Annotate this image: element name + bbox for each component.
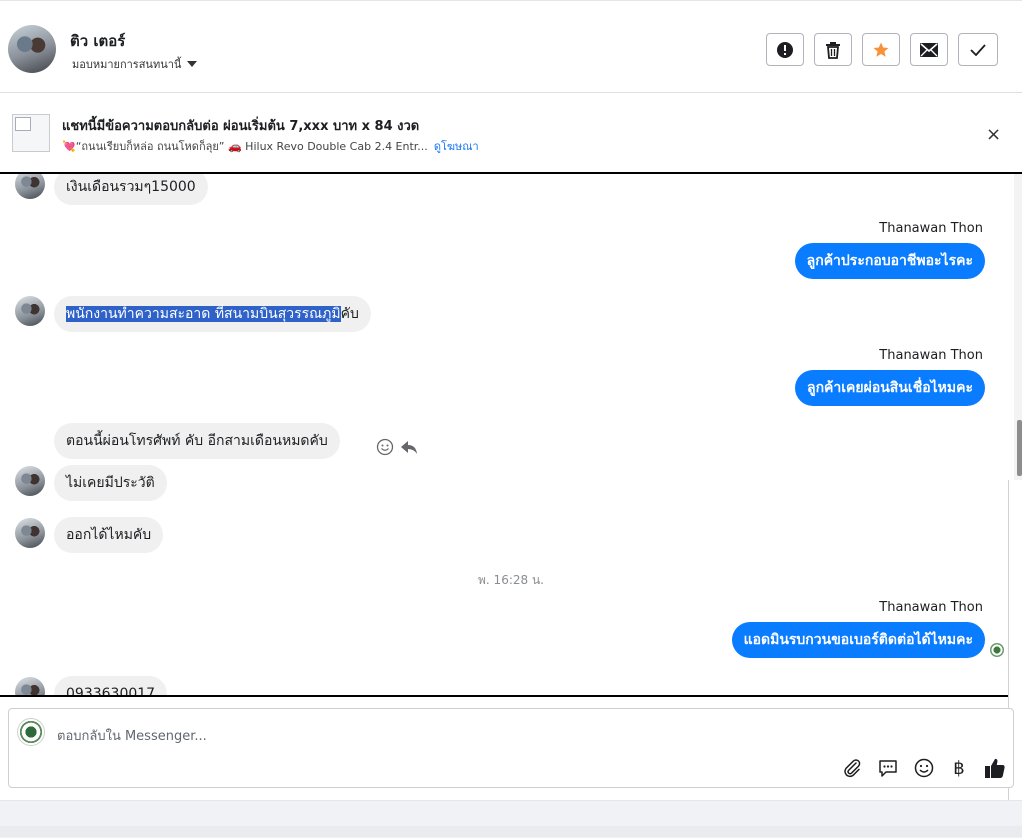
incoming-message[interactable]: 0933630017 <box>54 676 168 696</box>
star-icon <box>873 42 889 57</box>
trash-icon <box>826 41 840 59</box>
like-button[interactable] <box>984 757 1006 779</box>
attach-button[interactable] <box>841 757 863 779</box>
outgoing-message[interactable]: แอดมินรบกวนขอเบอร์ติดต่อได้ไหมคะ <box>731 622 985 658</box>
banner-title: แชทนี้มีข้อความตอบกลับต่อ ผ่อนเริ่มต้น 7… <box>62 119 420 134</box>
page-avatar <box>17 718 45 746</box>
assign-conversation-dropdown[interactable]: มอบหมายการสนทนานี้ <box>72 55 198 73</box>
reply-input[interactable]: ตอบกลับใน Messenger... <box>57 725 207 746</box>
baht-icon: ฿ <box>953 757 965 779</box>
ad-description: 💘“ถนนเรียบก็หล่อ ถนนโหดก็ลุย” 🚗 Hilux Re… <box>62 140 428 153</box>
scrollbar-thumb[interactable] <box>1017 420 1022 476</box>
view-ad-link[interactable]: ดูโฆษณา <box>434 140 479 153</box>
seen-avatar-icon <box>990 643 1004 657</box>
sender-name: Thanawan Thon <box>879 600 983 615</box>
contact-avatar <box>15 518 45 548</box>
message-text: คับ <box>340 306 359 322</box>
message-timestamp: พ. 16:28 น. <box>478 573 544 587</box>
mail-icon <box>920 42 938 57</box>
check-icon <box>970 43 986 56</box>
attach-icon <box>844 759 861 778</box>
delete-button[interactable] <box>814 33 852 66</box>
incoming-message[interactable]: ตอนนี้ผ่อนโทรศัพท์ คับ อีกสามเดือนหมดคับ <box>54 423 340 459</box>
incoming-message[interactable]: เงินเดือนรวมๆ15000 <box>54 174 208 205</box>
like-icon <box>985 758 1005 778</box>
emoji-button[interactable] <box>913 757 935 779</box>
incoming-message[interactable]: พนักงานทำความสะอาด ที่สนามบินสุวรรณภูมิค… <box>54 296 371 332</box>
report-spam-button[interactable] <box>766 33 804 66</box>
incoming-message[interactable]: ออกได้ไหมคับ <box>54 517 164 553</box>
incoming-message[interactable]: ไม่เคยมีประวัติ <box>54 465 167 501</box>
contact-avatar <box>15 466 45 496</box>
close-icon[interactable]: × <box>986 126 1001 144</box>
react-emoji-icon[interactable] <box>376 438 394 456</box>
ad-reply-banner: แชทนี้มีข้อความตอบกลับต่อ ผ่อนเริ่มต้น 7… <box>0 94 1022 174</box>
outgoing-message[interactable]: ลูกค้าเคยผ่อนสินเชื่อไหมคะ <box>794 370 985 406</box>
divider <box>0 695 1014 697</box>
user-avatar[interactable] <box>8 25 56 73</box>
sender-name: Thanawan Thon <box>879 221 983 236</box>
mark-done-button[interactable] <box>958 33 998 66</box>
user-name[interactable]: ติว เตอร์ <box>70 29 125 53</box>
report-icon <box>777 41 793 58</box>
caret-down-icon <box>187 61 198 67</box>
selected-text: พนักงานทำความสะอาด ที่สนามบินสุวรรณภูมิ <box>66 306 341 322</box>
emoji-icon <box>914 758 934 778</box>
saved-reply-button[interactable] <box>877 757 899 779</box>
reply-icon[interactable] <box>400 438 418 456</box>
message-thread[interactable]: เงินเดือนรวมๆ15000 Thanawan Thon ลูกค้าป… <box>0 174 1014 696</box>
outgoing-message[interactable]: ลูกค้าประกอบอาชีพอะไรคะ <box>794 243 985 279</box>
ad-thumbnail <box>12 114 50 152</box>
sender-name: Thanawan Thon <box>879 348 983 363</box>
assign-label: มอบหมายการสนทนานี้ <box>72 58 182 71</box>
conversation-header: ติว เตอร์ มอบหมายการสนทนานี้ <box>0 0 1022 93</box>
saved-reply-icon <box>879 760 897 777</box>
banner-subtitle: 💘“ถนนเรียบก็หล่อ ถนนโหดก็ลุย” 🚗 Hilux Re… <box>62 137 479 155</box>
reply-composer[interactable]: ตอบกลับใน Messenger... ฿ <box>8 708 1014 788</box>
mark-unread-button[interactable] <box>910 33 948 66</box>
contact-avatar <box>15 174 45 199</box>
star-button[interactable] <box>862 33 900 66</box>
contact-avatar <box>15 677 45 696</box>
contact-avatar <box>15 296 45 326</box>
taskbar-edge <box>0 826 1022 837</box>
payment-button[interactable]: ฿ <box>948 757 970 779</box>
